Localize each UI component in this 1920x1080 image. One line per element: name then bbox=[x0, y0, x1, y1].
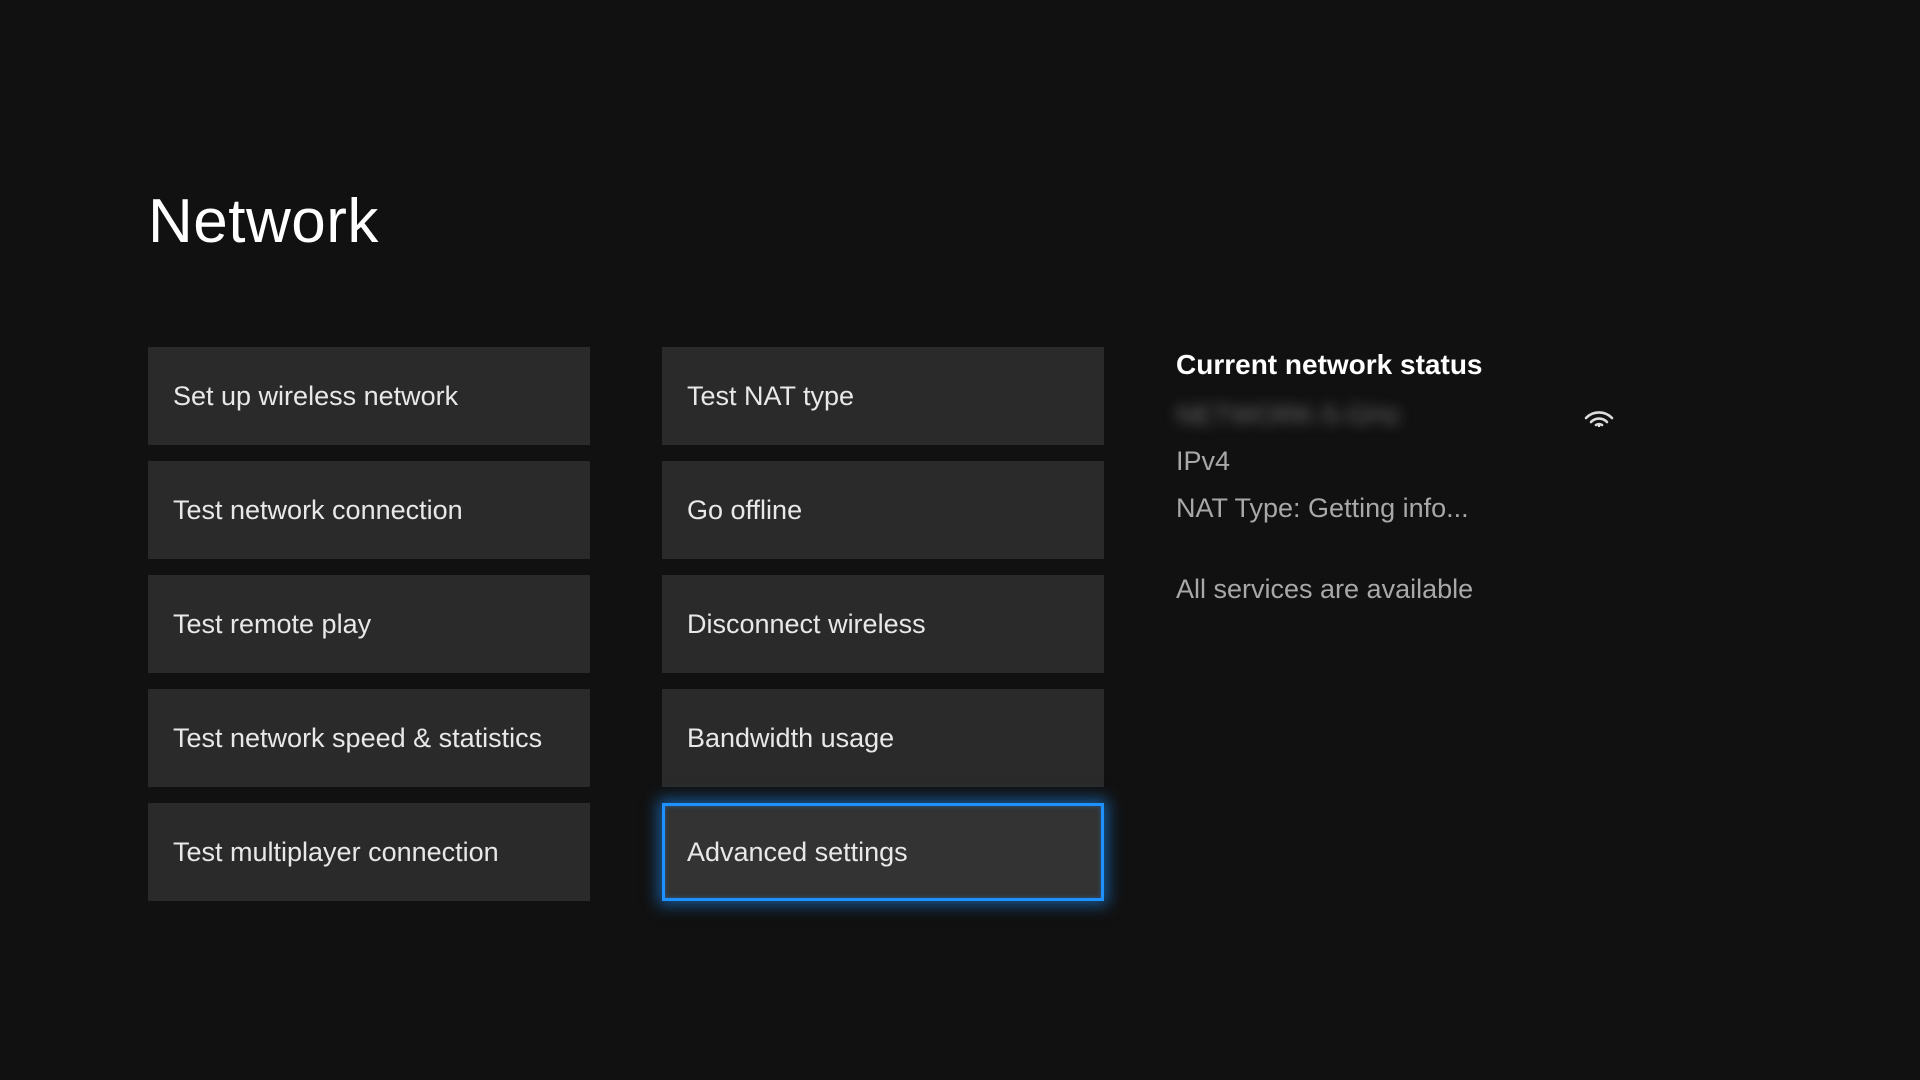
option-label: Test multiplayer connection bbox=[173, 837, 499, 868]
page-title: Network bbox=[148, 186, 1920, 257]
option-label: Bandwidth usage bbox=[687, 723, 894, 754]
option-label: Test remote play bbox=[173, 609, 371, 640]
option-test-multiplayer[interactable]: Test multiplayer connection bbox=[148, 803, 590, 901]
status-services: All services are available bbox=[1176, 574, 1616, 605]
network-status-panel: Current network status NETWORK-5-GHz IPv… bbox=[1176, 347, 1616, 901]
option-label: Advanced settings bbox=[687, 837, 908, 868]
options-column-left: Set up wireless network Test network con… bbox=[148, 347, 590, 901]
status-network-name: NETWORK-5-GHz bbox=[1176, 400, 1401, 431]
status-nat-type: NAT Type: Getting info... bbox=[1176, 493, 1616, 524]
status-heading: Current network status bbox=[1176, 349, 1616, 381]
option-label: Disconnect wireless bbox=[687, 609, 926, 640]
status-network-row: NETWORK-5-GHz bbox=[1176, 399, 1616, 432]
option-disconnect-wireless[interactable]: Disconnect wireless bbox=[662, 575, 1104, 673]
option-label: Test NAT type bbox=[687, 381, 854, 412]
option-label: Test network connection bbox=[173, 495, 463, 526]
option-test-remote-play[interactable]: Test remote play bbox=[148, 575, 590, 673]
network-settings-page: Network Set up wireless network Test net… bbox=[0, 0, 1920, 901]
option-go-offline[interactable]: Go offline bbox=[662, 461, 1104, 559]
option-test-speed[interactable]: Test network speed & statistics bbox=[148, 689, 590, 787]
option-bandwidth-usage[interactable]: Bandwidth usage bbox=[662, 689, 1104, 787]
wifi-icon bbox=[1582, 399, 1616, 432]
status-ip-version: IPv4 bbox=[1176, 446, 1616, 477]
option-test-nat[interactable]: Test NAT type bbox=[662, 347, 1104, 445]
option-test-connection[interactable]: Test network connection bbox=[148, 461, 590, 559]
option-label: Go offline bbox=[687, 495, 802, 526]
content-row: Set up wireless network Test network con… bbox=[148, 347, 1920, 901]
option-setup-wireless[interactable]: Set up wireless network bbox=[148, 347, 590, 445]
option-label: Set up wireless network bbox=[173, 381, 458, 412]
option-label: Test network speed & statistics bbox=[173, 723, 542, 754]
option-advanced-settings[interactable]: Advanced settings bbox=[662, 803, 1104, 901]
options-column-right: Test NAT type Go offline Disconnect wire… bbox=[662, 347, 1104, 901]
